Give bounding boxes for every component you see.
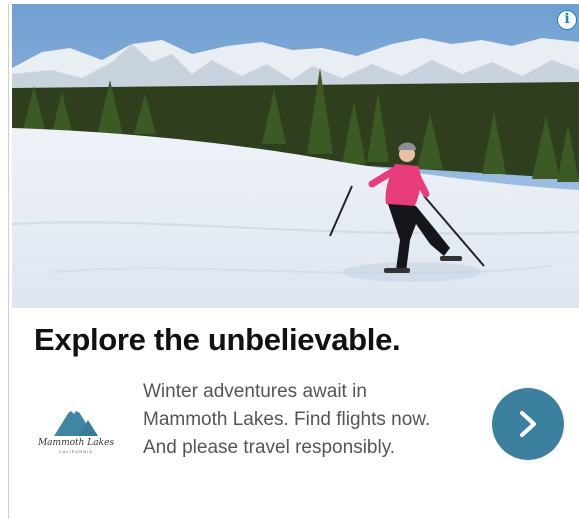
chevron-right-icon <box>520 411 536 437</box>
logo-subtext: CALIFORNIA <box>58 449 93 454</box>
ad-description-line: Mammoth Lakes. Find flights now. <box>143 409 431 430</box>
hero-image[interactable] <box>12 4 579 308</box>
ad-description-line: Winter adventures await in <box>143 381 367 402</box>
mammoth-lakes-logo[interactable]: Mammoth Lakes CALIFORNIA <box>28 396 124 456</box>
ad-headline[interactable]: Explore the unbelievable. <box>34 322 401 358</box>
mountain-logo-icon <box>54 404 98 436</box>
cta-button[interactable] <box>492 388 564 460</box>
logo-wordmark: Mammoth Lakes <box>37 438 115 448</box>
info-icon[interactable]: i <box>557 10 577 30</box>
ad-description[interactable]: Winter adventures await in Mammoth Lakes… <box>143 378 473 462</box>
ad-description-line: And please travel responsibly. <box>143 437 396 458</box>
